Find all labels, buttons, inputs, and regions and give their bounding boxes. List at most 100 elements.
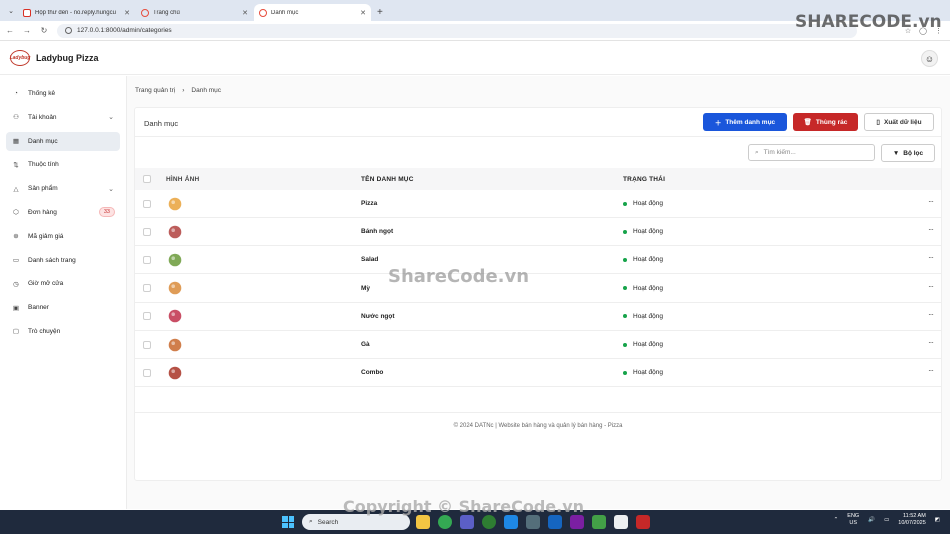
trash-icon: 🗑: [803, 119, 812, 126]
pages-icon: ▭: [12, 257, 20, 265]
more-actions-icon[interactable]: ···: [928, 282, 934, 291]
table-row[interactable]: Nước ngọt Hoạt động ···: [135, 303, 941, 331]
reload-icon[interactable]: ↻: [37, 26, 51, 35]
language-indicator[interactable]: ENG US: [847, 513, 859, 527]
tab-search-menu-icon[interactable]: ⌄: [4, 3, 18, 19]
status-text: Hoạt động: [633, 256, 663, 264]
export-label: Xuất dữ liệu: [884, 118, 922, 126]
more-actions-icon[interactable]: ···: [928, 253, 934, 262]
sidebar-item-label: Giờ mở cửa: [28, 280, 64, 288]
status-dot-icon: [623, 201, 627, 206]
clock[interactable]: 11:52 AM 10/07/2025: [898, 513, 926, 527]
forward-icon[interactable]: →: [20, 26, 34, 35]
ladybug-logo[interactable]: Ladybug: [10, 50, 30, 66]
search-icon: ⌕: [755, 148, 759, 156]
more-actions-icon[interactable]: ···: [928, 197, 934, 206]
row-checkbox[interactable]: [143, 284, 151, 293]
table-row[interactable]: Salad Hoạt động ···: [135, 246, 941, 275]
avatar[interactable]: ☺: [921, 50, 938, 67]
sidebar-item-chat[interactable]: ▢ Trò chuyện: [6, 322, 120, 341]
browser-tab-categories[interactable]: Danh mục ✕: [254, 4, 371, 21]
search-input[interactable]: ⌕ Tìm kiếm...: [748, 144, 875, 161]
new-tab-button[interactable]: +: [377, 7, 383, 18]
breadcrumb-home-link[interactable]: Trang quản trị: [135, 87, 175, 94]
column-header-status[interactable]: TRẠNG THÁI: [623, 176, 665, 183]
trash-label: Thùng rác: [815, 118, 848, 126]
notification-icon[interactable]: ◩: [935, 517, 940, 523]
select-all-checkbox[interactable]: [143, 175, 151, 183]
system-tray: ⌃ ENG US 🔊 ▭ 11:52 AM 10/07/2025 ◩: [834, 513, 940, 527]
status-text: Hoạt động: [633, 200, 663, 207]
close-icon[interactable]: ✕: [242, 9, 248, 17]
add-category-button[interactable]: ＋ Thêm danh mục: [703, 113, 787, 131]
sidebar-item-attributes[interactable]: ⇅ Thuộc tính: [6, 155, 120, 174]
battery-icon[interactable]: ▭: [884, 517, 889, 523]
sidebar-item-label: Thuộc tính: [28, 161, 59, 169]
app-icon[interactable]: [614, 515, 628, 529]
back-icon[interactable]: ←: [3, 26, 17, 35]
export-button[interactable]: ▯ Xuất dữ liệu: [864, 113, 934, 131]
sidebar-item-label: Thống kê: [28, 90, 56, 97]
sidebar-item-label: Trò chuyện: [28, 327, 61, 335]
visual-studio-icon[interactable]: [570, 515, 584, 529]
status-dot-icon: [623, 257, 627, 262]
sidebar-item-coupons[interactable]: ⊛ Mã giảm giá: [6, 227, 120, 246]
sidebar-item-accounts[interactable]: ⚇ Tài khoản ⌄: [6, 108, 120, 127]
main-content: Trang quản trị › Danh mục Danh mục ＋ Thê…: [127, 76, 950, 509]
app-icon[interactable]: [592, 515, 606, 529]
column-header-image[interactable]: HÌNH ẢNH: [166, 176, 199, 183]
categories-card: Danh mục ＋ Thêm danh mục 🗑 Thùng rác ▯ X…: [134, 107, 942, 481]
trash-button[interactable]: 🗑 Thùng rác: [793, 113, 858, 131]
filter-button[interactable]: ▼ Bộ lọc: [881, 144, 935, 162]
cake-icon: [166, 223, 184, 241]
discount-icon: ⊛: [13, 233, 19, 241]
status-badge: Hoạt động: [623, 313, 663, 320]
sidebar-item-banner[interactable]: ▣ Banner: [6, 298, 120, 317]
browser-tab-home[interactable]: Trang chủ ✕: [136, 4, 253, 21]
row-checkbox[interactable]: [143, 255, 151, 264]
browser-tab-gmail[interactable]: Hộp thư đến - no.reply.hungcu ✕: [18, 4, 135, 21]
column-header-name[interactable]: TÊN DANH MỤC: [361, 176, 414, 183]
more-actions-icon[interactable]: ···: [928, 338, 934, 347]
table-row[interactable]: Mỳ Hoạt động ···: [135, 275, 941, 303]
row-checkbox[interactable]: [143, 199, 151, 208]
table-row[interactable]: Combo Hoạt động ···: [135, 359, 941, 388]
close-icon[interactable]: ✕: [360, 9, 366, 17]
row-checkbox[interactable]: [143, 227, 151, 236]
sidebar-item-pages[interactable]: ▭ Danh sách trang: [6, 251, 120, 270]
more-actions-icon[interactable]: ···: [928, 225, 934, 234]
sidebar-item-statistics[interactable]: ◔ Thống kê: [6, 84, 120, 103]
row-checkbox[interactable]: [143, 312, 151, 321]
table-row[interactable]: Bánh ngọt Hoạt động ···: [135, 218, 941, 247]
table-row[interactable]: Pizza Hoạt động ···: [135, 190, 941, 218]
sidebar-item-label: Đơn hàng: [28, 208, 57, 216]
close-icon[interactable]: ✕: [124, 9, 130, 17]
table-row[interactable]: Gà Hoạt động ···: [135, 331, 941, 359]
sidebar-item-opening-hours[interactable]: ◷ Giờ mở cửa: [6, 274, 120, 293]
row-checkbox[interactable]: [143, 340, 151, 349]
app-icon[interactable]: [636, 515, 650, 529]
address-bar[interactable]: 127.0.0.1:8000/admin/categories: [57, 23, 857, 38]
sidebar-item-products[interactable]: △ Sản phẩm ⌄: [6, 179, 120, 198]
file-explorer-icon[interactable]: [416, 515, 430, 529]
chat-icon: ▢: [12, 328, 20, 336]
app-icon[interactable]: [526, 515, 540, 529]
row-checkbox[interactable]: [143, 368, 151, 377]
search-icon: ⌕: [309, 518, 313, 525]
sidebar-item-orders[interactable]: ⬡ Đơn hàng 33: [6, 203, 120, 222]
chrome-icon[interactable]: [438, 515, 452, 529]
more-actions-icon[interactable]: ···: [928, 310, 934, 319]
volume-icon[interactable]: 🔊: [868, 517, 875, 523]
status-text: Hoạt động: [633, 284, 663, 292]
site-info-icon[interactable]: [65, 27, 72, 34]
chevron-up-icon[interactable]: ⌃: [834, 517, 839, 523]
word-icon[interactable]: [548, 515, 562, 529]
vscode-icon[interactable]: [504, 515, 518, 529]
file-icon: ▯: [876, 119, 880, 126]
windows-start-icon[interactable]: [282, 516, 294, 528]
app-icon[interactable]: [482, 515, 496, 529]
taskbar-search[interactable]: ⌕ Search: [302, 514, 410, 530]
more-actions-icon[interactable]: ···: [928, 366, 934, 375]
sidebar-item-categories[interactable]: ▦ Danh mục: [6, 131, 120, 151]
app-icon[interactable]: [460, 515, 474, 529]
